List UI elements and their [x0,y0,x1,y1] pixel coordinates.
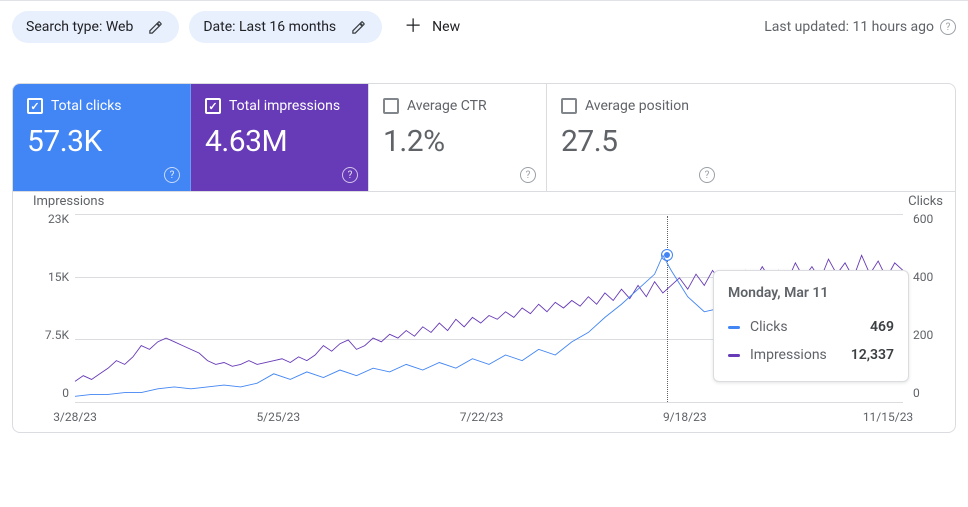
x-tick: 11/15/23 [858,410,918,424]
x-tick: 5/25/23 [248,410,308,424]
x-tick: 3/28/23 [45,410,105,424]
metric-value: 27.5 [561,124,711,159]
y-axis-left-title: Impressions [33,194,104,209]
y-tick-left: 7.5K [39,328,69,342]
filter-bar: Search type: Web Date: Last 16 months ＋ … [0,0,968,53]
help-icon[interactable]: ? [164,167,180,183]
metric-row: Total clicks 57.3K ? Total impressions 4… [13,84,955,192]
help-icon[interactable]: ? [940,19,956,35]
add-filter-button[interactable]: ＋ New [392,11,472,43]
metric-label: Total impressions [229,98,340,114]
checkbox-icon[interactable] [561,98,577,114]
swatch-clicks [728,326,740,329]
y-tick-left: 15K [39,270,69,284]
x-tick: 7/22/23 [452,410,512,424]
y-tick-right: 600 [913,212,941,226]
tooltip-date: Monday, Mar 11 [728,285,894,301]
tooltip-row-clicks: Clicks 469 [728,313,894,341]
help-icon[interactable]: ? [699,167,715,183]
y-tick-left: 0 [39,386,69,400]
metric-label: Average position [585,98,689,114]
metric-value: 4.63M [205,124,354,159]
y-tick-right: 200 [913,328,941,342]
help-icon[interactable]: ? [520,167,536,183]
last-updated: Last updated: 11 hours ago ? [764,19,956,35]
metric-label: Total clicks [51,98,122,114]
metric-label: Average CTR [407,98,487,114]
x-tick: 9/18/23 [655,410,715,424]
filter-chip-label: Date: Last 16 months [203,19,336,35]
edit-icon[interactable] [141,13,169,41]
x-axis: 3/28/23 5/25/23 7/22/23 9/18/23 11/15/23… [75,410,903,424]
swatch-impressions [728,354,740,357]
last-updated-text: Last updated: 11 hours ago [764,19,934,35]
y-tick-right: 400 [913,270,941,284]
plus-icon: ＋ [404,18,422,36]
tooltip-series-label: Impressions [750,347,827,363]
metric-average-position[interactable]: Average position 27.5 ? [547,84,725,191]
help-icon[interactable]: ? [342,167,358,183]
metric-value: 1.2% [383,124,532,159]
tooltip-row-impressions: Impressions 12,337 [728,341,894,369]
performance-panel: Total clicks 57.3K ? Total impressions 4… [12,83,956,433]
checkbox-icon[interactable] [383,98,399,114]
tooltip-series-value: 469 [870,319,894,335]
metric-value: 57.3K [27,124,176,159]
metric-average-ctr[interactable]: Average CTR 1.2% ? [369,84,547,191]
checkbox-icon[interactable] [27,98,43,114]
add-filter-label: New [432,19,460,35]
edit-icon[interactable] [344,13,372,41]
filter-chip-search-type[interactable]: Search type: Web [12,11,179,43]
filter-chip-label: Search type: Web [26,19,133,35]
checkbox-icon[interactable] [205,98,221,114]
tooltip-series-value: 12,337 [851,347,894,363]
chart-tooltip: Monday, Mar 11 Clicks 469 Impressions 12… [713,270,909,382]
tooltip-series-label: Clicks [750,319,788,335]
metric-total-impressions[interactable]: Total impressions 4.63M ? [191,84,369,191]
y-tick-left: 23K [39,212,69,226]
filter-chip-date[interactable]: Date: Last 16 months [189,11,382,43]
y-tick-right: 0 [913,386,941,400]
metric-total-clicks[interactable]: Total clicks 57.3K ? [13,84,191,191]
y-axis-right-title: Clicks [908,194,943,209]
